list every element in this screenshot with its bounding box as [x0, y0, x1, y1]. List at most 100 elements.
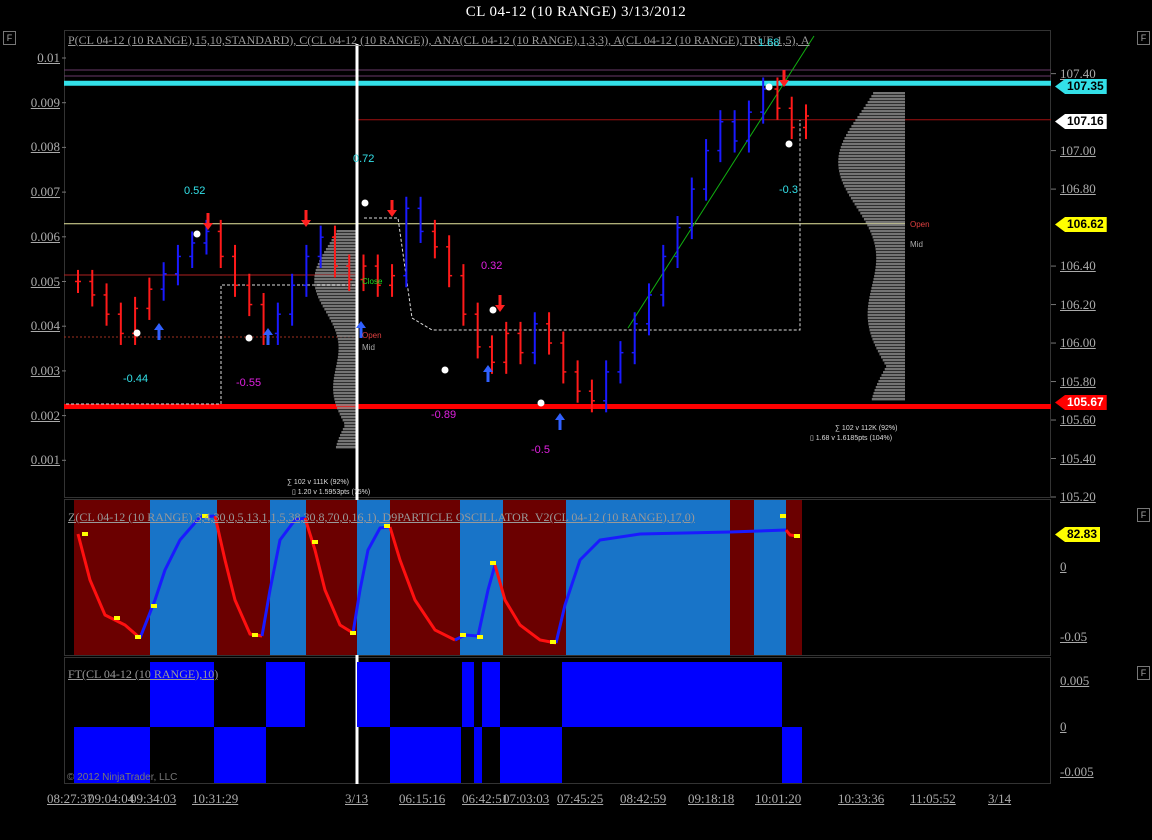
ft-bar-11: [782, 727, 802, 783]
volume-profile-left-bar-60: [338, 410, 357, 413]
swing-label-6: -0.89: [431, 409, 457, 421]
volume-profile-right-bar-92: [884, 368, 905, 371]
volume-profile-right-bar-51: [875, 245, 905, 248]
left-tick-3: 0.007: [30, 184, 60, 200]
volume-profile-right-bar-24: [838, 164, 905, 167]
osc-tick-1: -0.05: [1060, 629, 1088, 644]
price-tag-last: 107.16: [1055, 114, 1107, 129]
ft-tick-1: 0: [1060, 719, 1067, 734]
volume-profile-left-bar-34: [336, 332, 357, 335]
right-tick-7: 105.60: [1060, 412, 1096, 428]
volume-profile-right-bar-64: [872, 284, 905, 287]
volume-profile-right-bar-42: [863, 218, 905, 221]
volume-profile-left-bar-45: [336, 365, 357, 368]
volume-profile-left-bar-36: [337, 338, 357, 341]
volume-profile-right-bar-6: [861, 110, 905, 113]
osc-marker-0: [82, 532, 88, 536]
volume-profile-right-bar-22: [838, 158, 905, 161]
volume-profile-right-bar-33: [847, 191, 905, 194]
swing-label-5: 0.32: [481, 260, 503, 272]
volume-profile-right-bar-89: [882, 359, 905, 362]
volume-profile-right-bar-73: [867, 311, 905, 314]
volume-profile-right-bar-9: [855, 119, 905, 122]
volume-profile-right-bar-30: [842, 182, 905, 185]
osc-marker-3: [151, 604, 157, 608]
right-tick-9: 105.20: [1060, 489, 1096, 504]
volume-profile-left-bar-2: [333, 236, 357, 239]
open-label-left: Open: [362, 331, 382, 340]
volume-profile-left-bar-52: [333, 386, 357, 389]
ft-bar-10: [562, 662, 782, 727]
left-tick-1: 0.009: [30, 94, 60, 110]
swing-dot-2: [245, 334, 253, 342]
volume-profile-left-bar-31: [332, 323, 357, 326]
volume-profile-right-bar-7: [859, 113, 905, 116]
stats-left-2: ▯ 1.20 v 1.5953pts (75%): [292, 489, 371, 496]
ft-bar-8: [482, 662, 500, 727]
price-panel-label: P(CL 04-12 (10 RANGE),15,10,STANDARD), C…: [68, 33, 810, 47]
left-tick-8: 0.002: [30, 407, 60, 423]
volume-profile-right-bar-11: [851, 125, 905, 128]
volume-profile-left-bar-57: [335, 401, 357, 404]
osc-marker-12: [550, 640, 556, 644]
volume-profile-right-bar-77: [868, 323, 905, 326]
volume-profile-left-bar-65: [344, 425, 357, 428]
volume-profile-right-bar-80: [870, 332, 905, 335]
osc-marker-7: [350, 631, 356, 635]
volume-profile-right-bar-10: [853, 122, 905, 125]
volume-profile-right-bar-99: [874, 389, 905, 392]
right-tick-1: 107.00: [1060, 142, 1096, 158]
stats-right-1: ∑ 102 v 112K (92%): [835, 425, 898, 432]
swing-dot-8: [785, 140, 793, 148]
trend-line: [627, 35, 815, 329]
volume-profile-left-bar-46: [335, 368, 357, 371]
volume-profile-left-bar-49: [333, 377, 357, 380]
volume-profile-left-bar-6: [325, 248, 357, 251]
x-tick-0: 08:27:37: [47, 791, 94, 806]
volume-profile-right-bar-102: [871, 398, 905, 401]
volume-profile-right-bar-38: [856, 206, 905, 209]
ft-bar-5: [390, 727, 461, 783]
swing-dot-7: [765, 83, 773, 91]
volume-profile-left-bar-42: [337, 356, 357, 359]
volume-profile-left-bar-58: [336, 404, 357, 407]
right-tick-6: 105.80: [1060, 373, 1096, 389]
volume-profile-right-bar-83: [873, 341, 905, 344]
osc-marker-9: [460, 633, 466, 637]
volume-profile-left-bar-63: [342, 419, 357, 422]
left-tick-4: 0.006: [30, 228, 60, 244]
volume-profile-right-bar-49: [873, 239, 905, 242]
volume-profile-left-bar-44: [336, 362, 357, 365]
chart-canvas: [62, 35, 1056, 784]
osc-marker-11: [490, 561, 496, 565]
swing-label-3: -0.55: [236, 377, 262, 389]
volume-profile-right-bar-78: [868, 326, 905, 329]
volume-profile-right-bar-28: [840, 176, 905, 179]
volume-profile-right-bar-8: [857, 116, 905, 119]
ft-bar-9: [500, 727, 562, 783]
volume-profile-right-bar-60: [874, 272, 905, 275]
volume-profile-left-bar-35: [337, 335, 357, 338]
x-tick-3: 10:31:29: [192, 791, 239, 806]
swing-label-1: 0.52: [184, 185, 206, 197]
volume-profile-right-bar-27: [839, 173, 905, 176]
volume-profile-right-bar-47: [871, 233, 905, 236]
volume-profile-left-bar-41: [338, 353, 357, 356]
volume-profile-right-bar-79: [869, 329, 905, 332]
x-tick-9: 08:42:59: [620, 791, 667, 806]
volume-profile-right-bar-20: [839, 152, 905, 155]
volume-profile-right-bar-84: [874, 344, 905, 347]
volume-profile-right-bar-66: [870, 290, 905, 293]
price-tag-top: 107.35: [1055, 79, 1107, 94]
volume-profile-right-bar-2: [869, 98, 905, 101]
range-box-left: [66, 284, 357, 405]
volume-profile-left-bar-22: [318, 296, 357, 299]
ft-panel-label: FT(CL 04-12 (10 RANGE),10): [68, 667, 219, 681]
volume-profile-right-bar-44: [867, 224, 905, 227]
volume-profile-left-bar-50: [333, 380, 357, 383]
volume-profile-right-bar-67: [870, 293, 905, 296]
volume-profile-right-bar-96: [878, 380, 905, 383]
swing-dot-0: [193, 230, 201, 238]
osc-marker-6: [312, 540, 318, 544]
left-tick-9: 0.001: [30, 452, 60, 468]
